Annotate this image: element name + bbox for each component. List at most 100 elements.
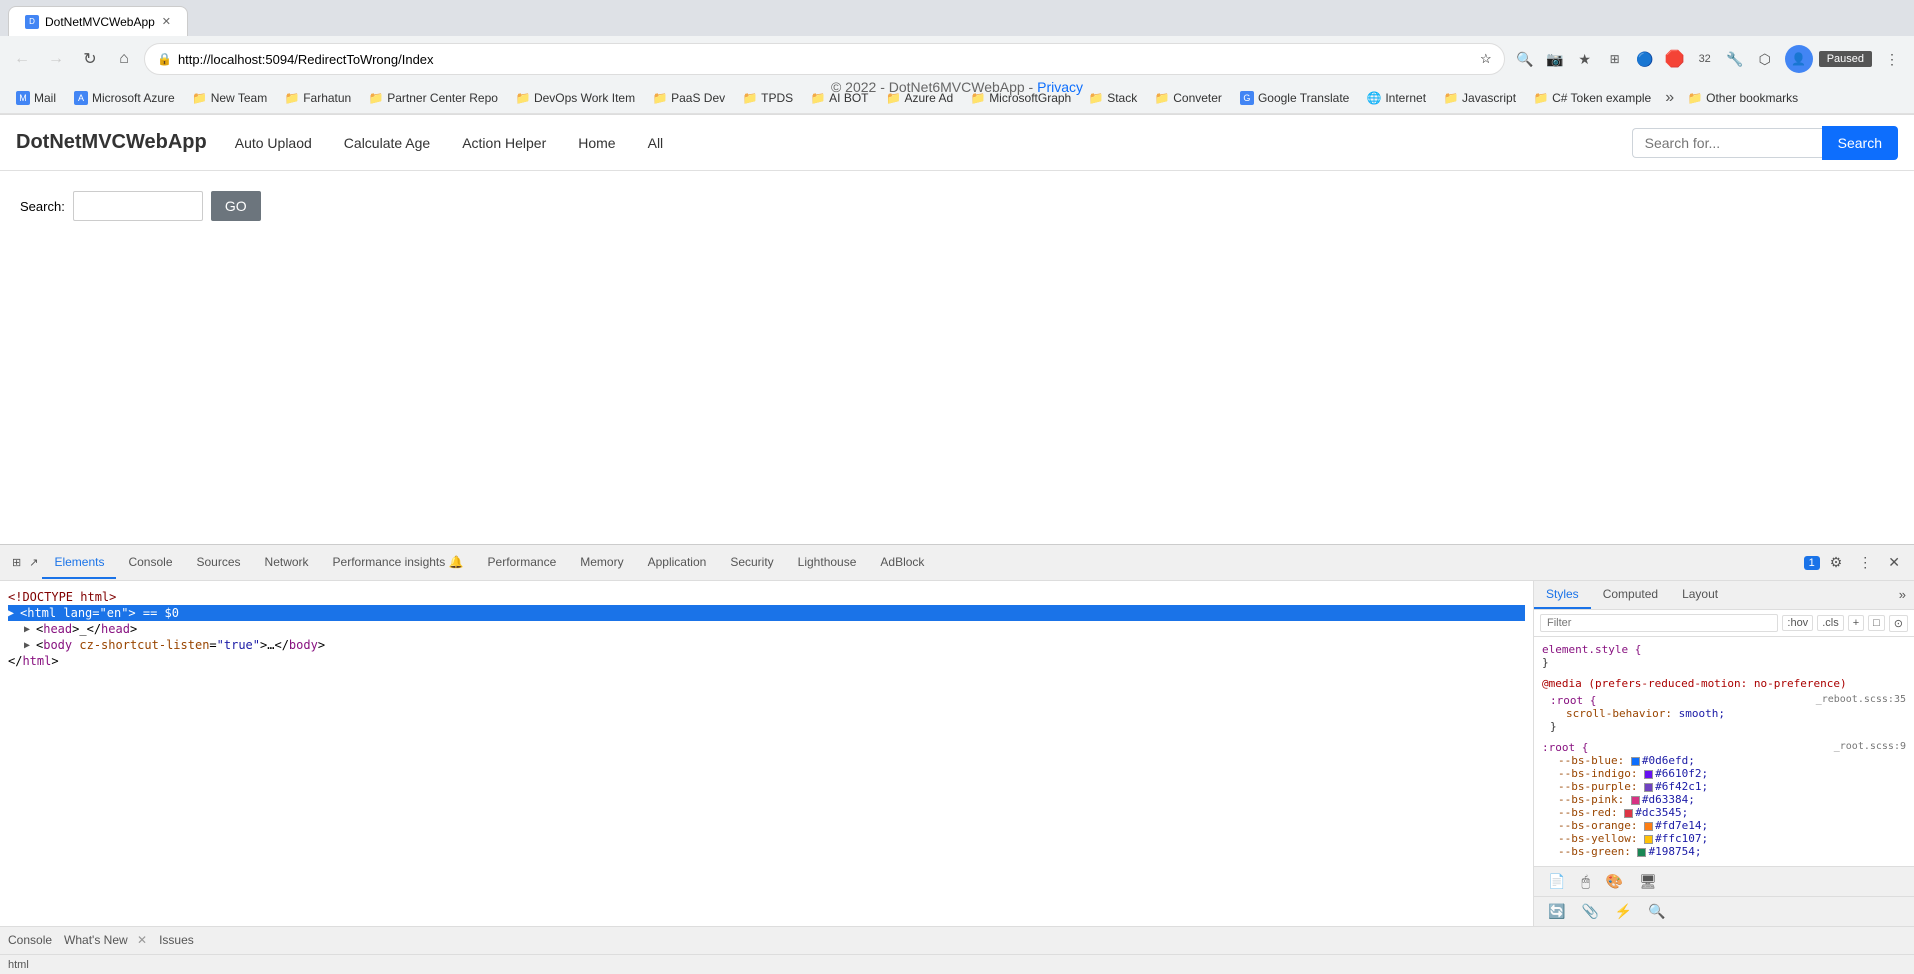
devtools-tab-application[interactable]: Application	[636, 547, 719, 579]
styles-icon-5[interactable]: 🔄	[1542, 901, 1571, 922]
tab-close-button[interactable]: ✕	[162, 15, 171, 28]
styles-tab-computed[interactable]: Computed	[1591, 581, 1670, 609]
styles-icon-3[interactable]: 🎨	[1600, 871, 1629, 892]
search-form-row: Search: GO	[20, 191, 1894, 221]
styles-icon-6[interactable]: 📎	[1575, 901, 1604, 922]
style-rule-root: :root { _root.scss:9 --bs-blue: #0d6efd;…	[1542, 741, 1906, 866]
dom-body-arrow[interactable]: ▶	[24, 640, 36, 651]
devtools-tab-bar: ⊞ ↗ Elements Console Sources Network Per…	[0, 545, 1914, 581]
whats-new-close[interactable]: ✕	[137, 933, 147, 947]
devtools-body: <!DOCTYPE html> ▶ <html lang="en"> == $0…	[0, 581, 1914, 926]
devtools-tab-count: 1	[1804, 556, 1820, 570]
styles-icon-1[interactable]: 📄	[1542, 871, 1571, 892]
nav-search-input[interactable]	[1632, 128, 1822, 158]
color-swatch-blue	[1631, 757, 1640, 766]
footer-text: © 2022 - DotNet6MVCWebApp -	[831, 79, 1033, 95]
styles-more-btn[interactable]: »	[1891, 581, 1914, 609]
style-prop-orange: --bs-orange: #fd7e14;	[1558, 819, 1906, 832]
style-root-selector-1: :root {	[1550, 694, 1596, 707]
styles-filter-bar: :hov .cls + □ ⊙	[1534, 610, 1914, 637]
color-swatch-indigo	[1644, 770, 1653, 779]
devtools-tab-security[interactable]: Security	[718, 547, 785, 579]
devtools-status-bar: html	[0, 954, 1914, 974]
app-container: DotNetMVCWebApp Auto Uplaod Calculate Ag…	[0, 115, 1914, 545]
main-content: Search: GO	[0, 171, 1914, 257]
style-rule-element: element.style { }	[1542, 643, 1906, 669]
footer-privacy-link[interactable]: Privacy	[1037, 79, 1083, 95]
dom-line-html[interactable]: ▶ <html lang="en"> == $0	[8, 605, 1525, 621]
styles-icon-2[interactable]: 🖱	[1575, 871, 1595, 892]
devtools-console-bar: Console What's New ✕ Issues	[0, 926, 1914, 954]
devtools-pin-btn[interactable]: ⊞	[8, 556, 25, 569]
color-swatch-green	[1637, 848, 1646, 857]
devtools-dom-panel: <!DOCTYPE html> ▶ <html lang="en"> == $0…	[0, 581, 1534, 926]
dom-line-html-close[interactable]: </html>	[8, 653, 1525, 669]
nav-links: Auto Uplaod Calculate Age Action Helper …	[223, 127, 675, 159]
devtools-panel: ⊞ ↗ Elements Console Sources Network Per…	[0, 544, 1914, 974]
style-prop-purple: --bs-purple: #6f42c1;	[1558, 780, 1906, 793]
styles-tab-styles[interactable]: Styles	[1534, 581, 1591, 609]
style-prop-blue: --bs-blue: #0d6efd;	[1558, 754, 1906, 767]
styles-hov-button[interactable]: :hov	[1782, 615, 1813, 631]
styles-cls-button[interactable]: .cls	[1817, 615, 1844, 631]
console-tab-console[interactable]: Console	[8, 929, 52, 953]
nav-action-helper[interactable]: Action Helper	[450, 127, 558, 159]
devtools-close-btn[interactable]: ✕	[1882, 552, 1906, 573]
app-brand[interactable]: DotNetMVCWebApp	[16, 131, 207, 154]
app-footer: © 2022 - DotNet6MVCWebApp - Privacy	[0, 59, 1914, 115]
dom-body-tag: <body cz-shortcut-listen="true">…</body>	[36, 638, 325, 652]
nav-all[interactable]: All	[636, 127, 676, 159]
styles-icon-7[interactable]: ⚡	[1609, 901, 1638, 922]
styles-content: element.style { } @media (prefers-reduce…	[1534, 637, 1914, 866]
style-prop-yellow: --bs-yellow: #ffc107;	[1558, 832, 1906, 845]
style-more-props: ...	[1558, 858, 1906, 866]
dom-line-doctype[interactable]: <!DOCTYPE html>	[8, 589, 1525, 605]
nav-calculate-age[interactable]: Calculate Age	[332, 127, 442, 159]
devtools-dock-btn[interactable]: ↗	[25, 556, 42, 569]
devtools-tab-sources[interactable]: Sources	[185, 547, 253, 579]
whats-new-label: What's New	[64, 933, 128, 947]
console-tab-whats-new[interactable]: What's New ✕	[64, 929, 147, 953]
style-selector: element.style {	[1542, 643, 1641, 656]
nav-auto-upload[interactable]: Auto Uplaod	[223, 127, 324, 159]
devtools-tab-perf-insights[interactable]: Performance insights 🔔	[321, 547, 476, 579]
styles-add-btn[interactable]: +	[1848, 615, 1864, 631]
devtools-tab-performance[interactable]: Performance	[476, 547, 569, 579]
app-navbar: DotNetMVCWebApp Auto Uplaod Calculate Ag…	[0, 115, 1914, 171]
style-rule-media: @media (prefers-reduced-motion: no-prefe…	[1542, 677, 1906, 733]
style-media-query: @media (prefers-reduced-motion: no-prefe…	[1542, 677, 1906, 690]
styles-tab-layout[interactable]: Layout	[1670, 581, 1730, 609]
devtools-controls: 1 ⚙ ⋮ ✕	[1804, 552, 1906, 573]
styles-bottom-icons-2: 🔄 📎 ⚡ 🔍	[1534, 896, 1914, 926]
go-button[interactable]: GO	[211, 191, 261, 221]
active-tab[interactable]: D DotNetMVCWebApp ✕	[8, 6, 188, 36]
dom-line-body[interactable]: ▶ <body cz-shortcut-listen="true">…</bod…	[8, 637, 1525, 653]
devtools-tab-memory[interactable]: Memory	[568, 547, 635, 579]
dom-head-arrow[interactable]: ▶	[24, 624, 36, 635]
devtools-settings-btn[interactable]: ⚙	[1824, 552, 1849, 573]
devtools-tab-elements[interactable]: Elements	[42, 547, 116, 579]
styles-filter-input[interactable]	[1540, 614, 1778, 632]
devtools-tab-adblock[interactable]: AdBlock	[868, 547, 936, 579]
styles-icon-4[interactable]: 🖥	[1633, 871, 1663, 892]
nav-home[interactable]: Home	[566, 127, 627, 159]
nav-search-button[interactable]: Search	[1822, 126, 1898, 160]
style-root-selector-2: :root {	[1542, 741, 1588, 754]
devtools-more-btn[interactable]: ⋮	[1852, 552, 1878, 573]
dom-line-head[interactable]: ▶ <head>_</head>	[8, 621, 1525, 637]
style-prop-scroll: scroll-behavior: smooth;	[1566, 707, 1906, 720]
status-html: html	[8, 959, 29, 971]
devtools-tab-lighthouse[interactable]: Lighthouse	[786, 547, 869, 579]
devtools-tab-network[interactable]: Network	[253, 547, 321, 579]
search-text-input[interactable]	[73, 191, 203, 221]
color-swatch-purple	[1644, 783, 1653, 792]
devtools-styles-panel: Styles Computed Layout » :hov .cls + □ ⊙…	[1534, 581, 1914, 926]
styles-icon-8[interactable]: 🔍	[1642, 901, 1671, 922]
styles-shadow-btn[interactable]: ⊙	[1889, 615, 1908, 632]
console-tab-issues[interactable]: Issues	[159, 929, 194, 953]
tab-title: DotNetMVCWebApp	[45, 15, 155, 29]
styles-inspect-btn[interactable]: □	[1868, 615, 1885, 631]
devtools-tab-console[interactable]: Console	[116, 547, 184, 579]
dom-arrow[interactable]: ▶	[8, 608, 20, 619]
style-prop-pink: --bs-pink: #d63384;	[1558, 793, 1906, 806]
